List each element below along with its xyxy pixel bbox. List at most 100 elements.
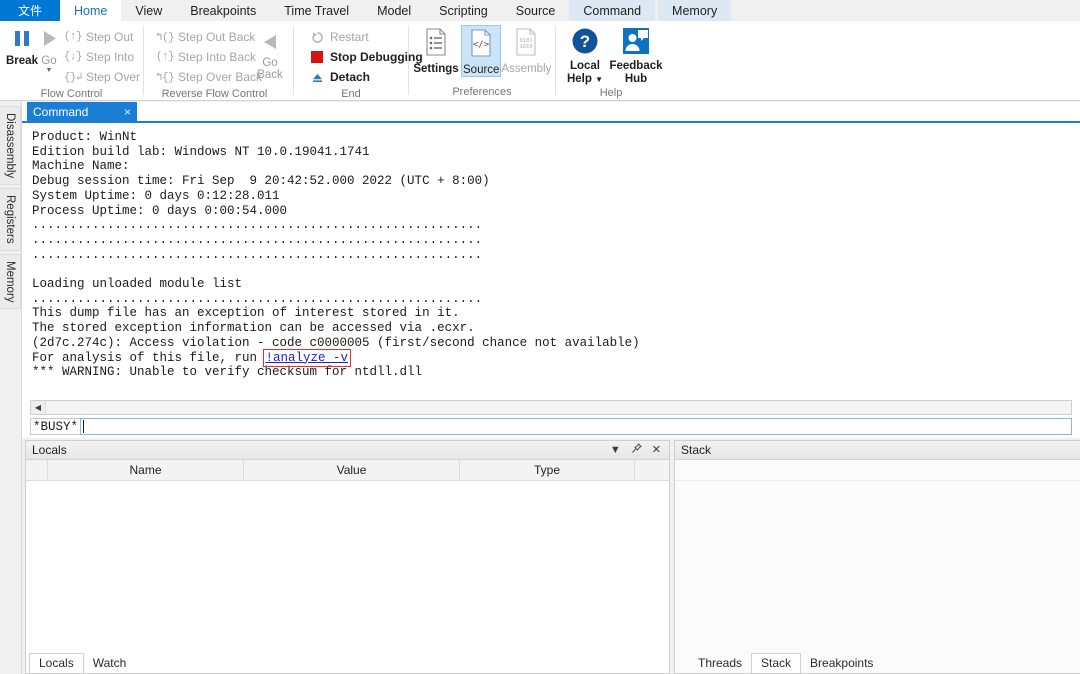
- source-button[interactable]: </> Source: [461, 25, 502, 77]
- tab-breakpoints[interactable]: Breakpoints: [801, 654, 882, 673]
- locals-pane-title: Locals: [32, 443, 67, 457]
- tab-locals[interactable]: Locals: [29, 653, 84, 673]
- help-group-label: Help: [599, 87, 623, 99]
- source-label: Source: [463, 64, 500, 76]
- step-out-button[interactable]: (↑} Step Out: [60, 27, 144, 47]
- feedback-hub-button[interactable]: Feedback Hub: [609, 25, 663, 86]
- ribbon-tab-breakpoints[interactable]: Breakpoints: [176, 0, 270, 21]
- locals-bottom-tabs: Locals Watch: [29, 653, 136, 673]
- command-tab-label: Command: [33, 104, 89, 119]
- ribbon-tab-model[interactable]: Model: [363, 0, 425, 21]
- sidebar-item-memory[interactable]: Memory: [0, 253, 21, 310]
- output-line: ........................................…: [32, 247, 483, 262]
- chevron-down-icon-help[interactable]: ▼: [595, 75, 603, 84]
- step-into-button[interactable]: {↓} Step Into: [60, 47, 144, 67]
- locals-column-name[interactable]: Name: [48, 459, 244, 481]
- svg-text:</>: </>: [473, 40, 490, 50]
- locals-rows[interactable]: [26, 481, 669, 673]
- step-out-back-icon: ↰(}: [155, 32, 175, 44]
- step-into-back-label: Step Into Back: [178, 50, 257, 64]
- tab-watch[interactable]: Watch: [84, 654, 136, 673]
- ribbon: Break Go ▼ (↑} Step Out {↓} Step Into {}…: [0, 21, 1080, 101]
- command-prompt-row: *BUSY*: [30, 418, 1072, 435]
- tab-threads[interactable]: Threads: [689, 654, 751, 673]
- output-line: Loading unloaded module list: [32, 277, 243, 292]
- sidebar-item-registers[interactable]: Registers: [0, 188, 21, 251]
- ribbon-tab-strip: 文件 Home View Breakpoints Time Travel Mod…: [0, 0, 1080, 21]
- ribbon-tab-command[interactable]: Command: [569, 0, 656, 21]
- output-line: ........................................…: [32, 291, 483, 306]
- output-line-warning: *** WARNING: Unable to verify checksum f…: [32, 365, 423, 380]
- prompt-status-label: *BUSY*: [30, 418, 81, 435]
- tab-stack[interactable]: Stack: [751, 653, 802, 673]
- feedback-label-2: Hub: [624, 73, 648, 85]
- output-line-clipped: ........................................…: [32, 123, 415, 130]
- preferences-group-label: Preferences: [452, 86, 512, 98]
- locals-pane-controls: ▼ ✕: [610, 443, 665, 457]
- go-back-button[interactable]: Go Back: [253, 29, 287, 81]
- ribbon-tab-time-travel[interactable]: Time Travel: [270, 0, 363, 21]
- assembly-button[interactable]: 0101 1010 Assembly: [502, 25, 551, 75]
- go-back-label-2: Back: [257, 69, 283, 81]
- command-output[interactable]: ........................................…: [22, 123, 1080, 398]
- command-panel: Command × ..............................…: [22, 102, 1080, 438]
- locals-column-value[interactable]: Value: [244, 459, 460, 481]
- pane-menu-icon[interactable]: ▼: [610, 444, 621, 456]
- ribbon-tab-file[interactable]: 文件: [0, 0, 61, 21]
- stack-pane-header: Stack: [675, 441, 1080, 460]
- step-out-back-label: Step Out Back: [178, 30, 256, 44]
- stack-pane-title: Stack: [681, 443, 712, 457]
- go-button[interactable]: Go ▼: [38, 25, 60, 74]
- output-line: System Uptime: 0 days 0:12:28.011: [32, 188, 280, 203]
- chevron-down-icon[interactable]: ▼: [46, 67, 53, 74]
- output-line: The stored exception information can be …: [32, 321, 475, 336]
- ribbon-tab-home[interactable]: Home: [60, 0, 122, 21]
- output-line: Product: WinNt: [32, 130, 138, 144]
- sidebar-item-disassembly[interactable]: Disassembly: [0, 106, 21, 186]
- step-over-button[interactable]: {}↲ Step Over: [60, 67, 144, 87]
- output-line: Machine Name:: [32, 159, 130, 174]
- pin-icon[interactable]: [631, 443, 642, 457]
- stack-rows[interactable]: [675, 460, 1080, 673]
- go-back-label-1: Go: [262, 57, 278, 69]
- locals-pane: Locals ▼ ✕ Name Value Type Locals Watch: [25, 440, 670, 674]
- local-help-label-1: Local: [569, 60, 601, 72]
- locals-column-type[interactable]: Type: [460, 459, 635, 481]
- restart-icon: [308, 29, 326, 45]
- ribbon-tab-view[interactable]: View: [121, 0, 176, 21]
- output-line: Debug session time: Fri Sep 9 20:42:52.0…: [32, 174, 490, 189]
- ribbon-group-preferences: Settings </> Source 0101 1010 Assembly P…: [409, 21, 555, 101]
- command-tab-bar: Command ×: [22, 102, 1080, 123]
- output-line: Process Uptime: 0 days 0:00:54.000: [32, 203, 288, 218]
- analyze-link[interactable]: !analyze -v: [262, 348, 352, 367]
- settings-doc-icon: [423, 27, 449, 60]
- command-input[interactable]: [80, 418, 1072, 435]
- feedback-person-icon: [622, 27, 650, 58]
- break-button[interactable]: Break: [6, 25, 38, 67]
- tab-command[interactable]: Command ×: [27, 102, 137, 121]
- output-line: (2d7c.274c): Access violation - code c00…: [32, 335, 640, 350]
- locals-pane-header: Locals ▼ ✕: [26, 441, 669, 460]
- close-icon[interactable]: ✕: [652, 444, 661, 456]
- bottom-dock: Locals ▼ ✕ Name Value Type Locals Watch …: [22, 440, 1080, 674]
- step-into-icon: {↓}: [63, 51, 83, 63]
- svg-text:?: ?: [580, 32, 590, 51]
- ribbon-tab-source[interactable]: Source: [502, 0, 570, 21]
- play-back-icon: [259, 32, 281, 55]
- ribbon-group-flow-control: Break Go ▼ (↑} Step Out {↓} Step Into {}…: [0, 21, 143, 101]
- step-over-label: Step Over: [85, 70, 140, 84]
- go-label: Go: [41, 55, 57, 67]
- scroll-left-icon[interactable]: ◀: [31, 401, 46, 414]
- settings-button[interactable]: Settings: [413, 25, 459, 75]
- output-line: This dump file has an exception of inter…: [32, 306, 460, 321]
- close-icon[interactable]: ×: [104, 105, 131, 119]
- command-output-hscrollbar[interactable]: ◀: [30, 400, 1072, 415]
- scrollbar-thumb[interactable]: [46, 401, 1071, 414]
- ribbon-tab-memory[interactable]: Memory: [658, 0, 732, 21]
- flow-control-group-label: Flow Control: [40, 88, 103, 100]
- analyze-prefix: For analysis of this file, run: [32, 350, 265, 365]
- locals-column-spacer: [26, 459, 48, 481]
- step-out-icon: (↑}: [63, 31, 83, 43]
- ribbon-tab-scripting[interactable]: Scripting: [425, 0, 502, 21]
- local-help-button[interactable]: ? Local Help ▼: [562, 25, 608, 86]
